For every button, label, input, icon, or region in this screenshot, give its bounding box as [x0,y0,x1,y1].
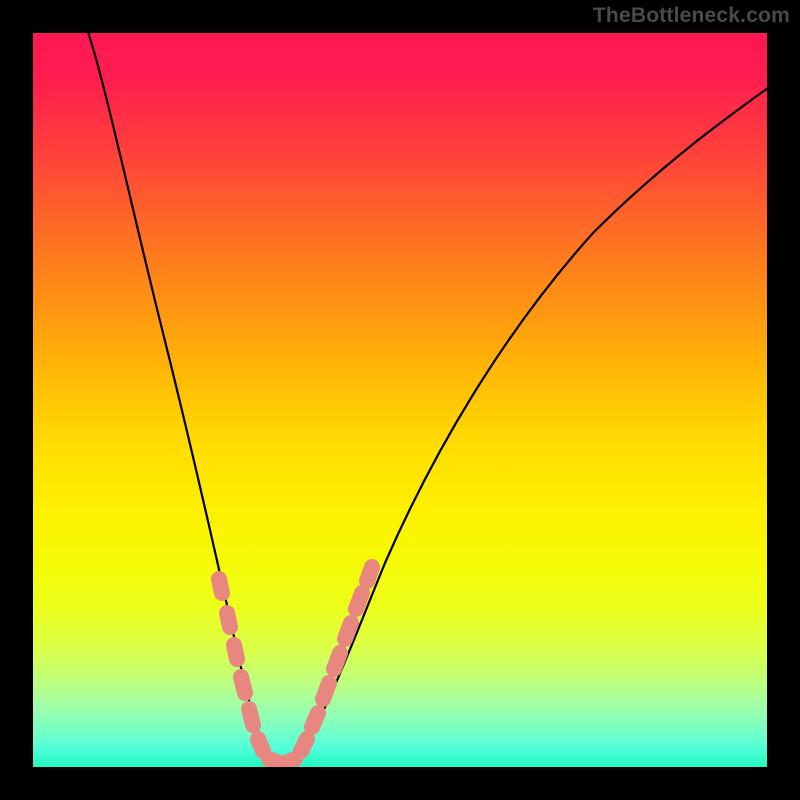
highlight-dots [219,567,372,763]
plot-area [33,33,767,767]
bottleneck-curve [85,33,767,767]
curve-layer [33,33,767,767]
watermark-text: TheBottleneck.com [593,4,790,28]
chart-frame: TheBottleneck.com [0,0,800,800]
